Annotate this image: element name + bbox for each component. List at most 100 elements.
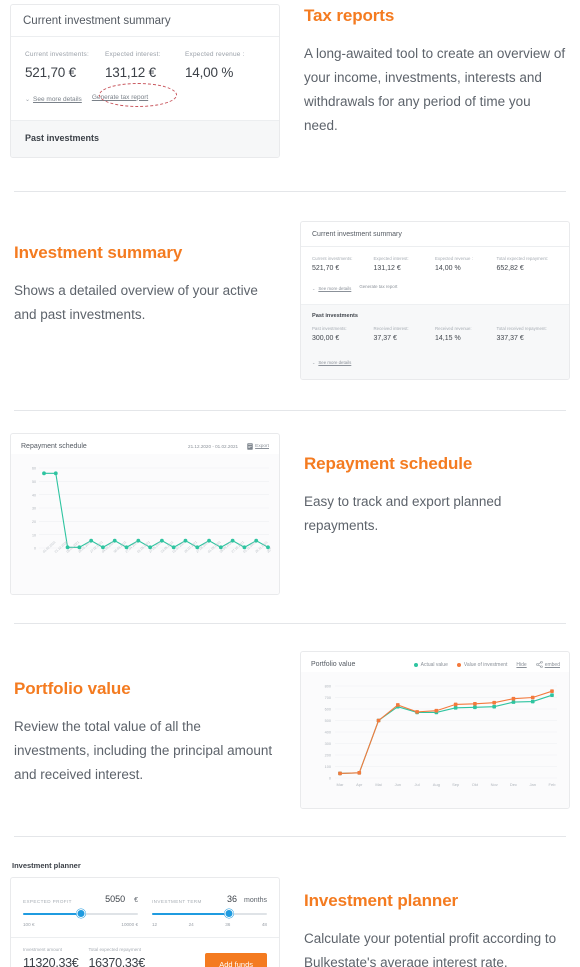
investment-planner-card: EXPECTED PROFIT 5050 € 100 € 10000 € INV…	[10, 877, 280, 967]
scale-max: 10000 €	[121, 922, 138, 927]
mini-card-links: ⌄ See more details Generate tax report	[301, 275, 569, 304]
repayment-card-header: Repayment schedule 21.12.2020 - 01.02.20…	[11, 434, 279, 454]
planner-results: Investment amount 11320.33€ Total expect…	[23, 947, 205, 967]
legend-swatch	[413, 662, 418, 667]
embed-button[interactable]: embed	[535, 661, 560, 668]
planner-card-column: Investment planner EXPECTED PROFIT 5050 …	[0, 861, 290, 967]
slider-handle[interactable]	[224, 909, 234, 918]
generate-tax-report-link[interactable]: Generate tax report	[92, 94, 148, 101]
portfolio-card-title: Portfolio value	[311, 661, 356, 668]
metric-current-investments: Current investments: 521,70 €	[25, 51, 105, 80]
svg-text:Apr: Apr	[356, 782, 363, 787]
chevron-down-icon: ⌄	[312, 360, 316, 365]
metric-total-received-repayment: Total received repayment: 337,37 €	[497, 326, 559, 342]
generate-tax-report-link[interactable]: Generate tax report	[359, 284, 397, 289]
portfolio-card-header: Portfolio value Actual value Value of in…	[301, 652, 569, 672]
feature-title: Portfolio value	[14, 679, 131, 698]
metric-label: Received interest:	[373, 326, 409, 331]
scale-tick: 12	[152, 922, 158, 927]
past-metrics-grid: Past investments: 300,00 € Received inte…	[312, 326, 558, 342]
metric-label: Current investments:	[312, 256, 353, 261]
svg-text:Feb: Feb	[549, 782, 557, 787]
see-more-label: See more details	[318, 360, 352, 365]
embed-label: embed	[544, 661, 560, 668]
expected-profit-unit: €	[134, 897, 138, 904]
metric-value: 14,00 %	[185, 65, 234, 80]
past-investments-title: Past investments	[312, 313, 359, 319]
svg-text:800: 800	[325, 685, 331, 689]
mini-card-header: Current investment summary	[301, 222, 569, 247]
investment-term-slider[interactable]	[152, 909, 267, 918]
metric-value: 521,70 €	[312, 265, 340, 272]
see-more-details-link[interactable]: ⌄ See more details	[25, 88, 82, 106]
date-range-label: 21.12.2020 - 01.02.2021	[188, 444, 239, 449]
scale-tick: 48	[261, 922, 267, 927]
chevron-down-icon: ⌄	[25, 97, 31, 103]
svg-text:Jun: Jun	[395, 782, 401, 787]
legend-item-actual-value: Actual value	[413, 662, 448, 668]
svg-text:Jan: Jan	[530, 782, 536, 787]
feature-title: Investment summary	[14, 243, 183, 262]
investment-term-value: 36	[227, 894, 238, 904]
portfolio-value-chart: 0 100 200 300 400 500 600 700 800 Mar Apr Mai Jun Jul…	[325, 685, 557, 787]
mini-metrics-grid: Current investments: 521,70 € Expected i…	[301, 247, 569, 275]
metric-expected-interest: Expected interest: 131,12 €	[374, 256, 436, 272]
features-page: Current investment summary Current inves…	[0, 0, 580, 967]
expected-profit-slider[interactable]	[23, 909, 138, 918]
svg-text:300: 300	[325, 742, 331, 746]
svg-text:30: 30	[32, 507, 36, 511]
svg-text:Nov: Nov	[491, 782, 498, 787]
svg-text:Sep: Sep	[452, 782, 460, 787]
investment-amount-value: 11320.33€	[23, 956, 79, 967]
slider-handle[interactable]	[76, 909, 85, 918]
add-funds-button[interactable]: Add funds	[205, 952, 267, 967]
svg-text:60: 60	[32, 467, 36, 471]
portfolio-chart-area: 0 100 200 300 400 500 600 700 800 Mar Apr Mai Jun Jul…	[301, 672, 569, 808]
see-more-label: See more details	[33, 96, 82, 103]
svg-text:600: 600	[325, 708, 331, 712]
svg-text:50: 50	[32, 480, 36, 484]
past-investments-band: Past investments Past investments: 300,0…	[301, 304, 569, 379]
repayment-card-title: Repayment schedule	[21, 443, 87, 450]
metric-value: 652,82 €	[496, 265, 524, 272]
feature-row-investment-summary: Investment summary Shows a detailed over…	[0, 192, 580, 380]
metric-value: 337,37 €	[496, 335, 524, 342]
metric-label: Expected revenue :	[185, 51, 245, 58]
feature-row-portfolio-value: Portfolio value Review the total value o…	[0, 624, 580, 809]
share-icon	[535, 661, 543, 668]
portfolio-chart-column: Portfolio value Actual value Value of in…	[290, 651, 580, 809]
feature-title: Repayment schedule	[304, 454, 473, 473]
scale-min: 100 €	[23, 922, 35, 927]
scale-tick: 36	[225, 922, 231, 927]
feature-body: Review the total value of all the invest…	[14, 719, 273, 782]
mini-card-title: Current investment summary	[312, 231, 402, 238]
investment-term-readout: 36 months	[227, 894, 267, 904]
investment-summary-text-column: Investment summary Shows a detailed over…	[0, 221, 290, 327]
svg-text:0: 0	[329, 777, 331, 781]
repayment-schedule-chart: 010203040506001.02.202121.12.202005.01.2…	[32, 467, 271, 554]
summary-card-links: ⌄ See more details Generate tax report	[11, 84, 279, 120]
see-more-details-link[interactable]: ⌄ See more details	[312, 277, 351, 295]
repayment-chart-area: 0 10 20 30 40 50 60 01.02.2021 21.12.2020 05.01.2…	[11, 454, 279, 594]
export-label: Export	[255, 444, 269, 449]
metric-expected-revenue: Expected revenue : 14,00 %	[185, 51, 265, 80]
feature-title: Tax reports	[304, 6, 395, 25]
investment-term-scale: 12 24 36 48	[152, 922, 267, 927]
summary-card-column: Current investment summary Current inves…	[0, 4, 290, 158]
planner-result-columns: Investment amount 11320.33€ Total expect…	[23, 947, 205, 967]
metric-past-investments: Past investments: 300,00 €	[312, 326, 374, 342]
hide-button[interactable]: Hide	[516, 662, 526, 668]
export-button[interactable]: Export	[247, 443, 269, 450]
metric-value: 131,12 €	[373, 265, 401, 272]
past-see-more-details-link[interactable]: ⌄ See more details	[312, 351, 558, 369]
feature-body: Shows a detailed overview of your active…	[14, 283, 258, 322]
metric-value: 37,37 €	[373, 335, 397, 342]
investment-summary-screenshot: Current investment summary Current inves…	[300, 221, 570, 380]
svg-text:400: 400	[325, 731, 331, 735]
summary-card-header: Current investment summary	[11, 5, 279, 37]
metric-value: 131,12 €	[105, 65, 156, 80]
past-investments-title: Past investments	[25, 133, 100, 143]
legend-item-value-of-investment: Value of investment	[456, 662, 507, 668]
feature-body: Calculate your potential profit accordin…	[304, 931, 557, 967]
feature-row-investment-planner: Investment planner EXPECTED PROFIT 5050 …	[0, 837, 580, 967]
